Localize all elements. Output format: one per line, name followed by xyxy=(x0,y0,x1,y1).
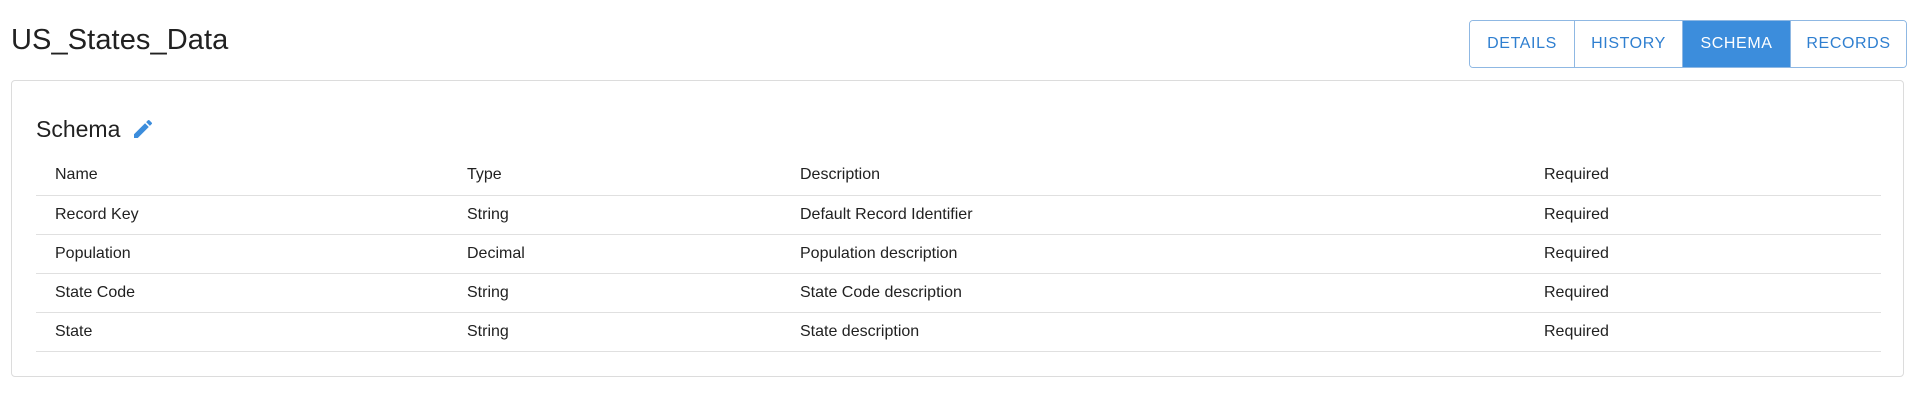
cell-name: Population xyxy=(36,234,448,274)
cell-required: Required xyxy=(1525,234,1881,274)
cell-description: Default Record Identifier xyxy=(781,195,1525,235)
tab-records[interactable]: RECORDS xyxy=(1791,21,1906,67)
page-header: US_States_Data DETAILS HISTORY SCHEMA RE… xyxy=(0,0,1920,80)
cell-type: String xyxy=(448,273,781,313)
tab-schema[interactable]: SCHEMA xyxy=(1683,21,1791,67)
cell-name: State Code xyxy=(36,273,448,313)
cell-required: Required xyxy=(1525,312,1881,352)
table-header-row: Name Type Description Required xyxy=(36,155,1881,196)
cell-required: Required xyxy=(1525,273,1881,313)
cell-type: String xyxy=(448,312,781,352)
cell-name: Record Key xyxy=(36,195,448,235)
cell-description: State description xyxy=(781,312,1525,352)
tab-history[interactable]: HISTORY xyxy=(1575,21,1683,67)
cell-type: Decimal xyxy=(448,234,781,274)
page: US_States_Data DETAILS HISTORY SCHEMA RE… xyxy=(0,0,1920,393)
column-header-type: Type xyxy=(448,155,781,196)
tab-details[interactable]: DETAILS xyxy=(1470,21,1575,67)
schema-card-header: Schema xyxy=(36,113,156,145)
cell-required: Required xyxy=(1525,195,1881,235)
pencil-icon[interactable] xyxy=(130,116,156,142)
column-header-name: Name xyxy=(36,155,448,196)
cell-description: State Code description xyxy=(781,273,1525,313)
schema-title: Schema xyxy=(36,115,121,142)
table-row: State Code String State Code description… xyxy=(36,273,1881,313)
page-title: US_States_Data xyxy=(11,24,229,56)
table-row: Record Key String Default Record Identif… xyxy=(36,195,1881,235)
cell-description: Population description xyxy=(781,234,1525,274)
schema-card: Schema Name Type Description Required Re… xyxy=(11,80,1904,377)
cell-type: String xyxy=(448,195,781,235)
cell-name: State xyxy=(36,312,448,352)
table-row: Population Decimal Population descriptio… xyxy=(36,234,1881,274)
view-tabs: DETAILS HISTORY SCHEMA RECORDS xyxy=(1469,20,1907,68)
column-header-description: Description xyxy=(781,155,1525,196)
schema-table: Name Type Description Required Record Ke… xyxy=(36,155,1881,352)
column-header-required: Required xyxy=(1525,155,1881,196)
table-row: State String State description Required xyxy=(36,312,1881,352)
